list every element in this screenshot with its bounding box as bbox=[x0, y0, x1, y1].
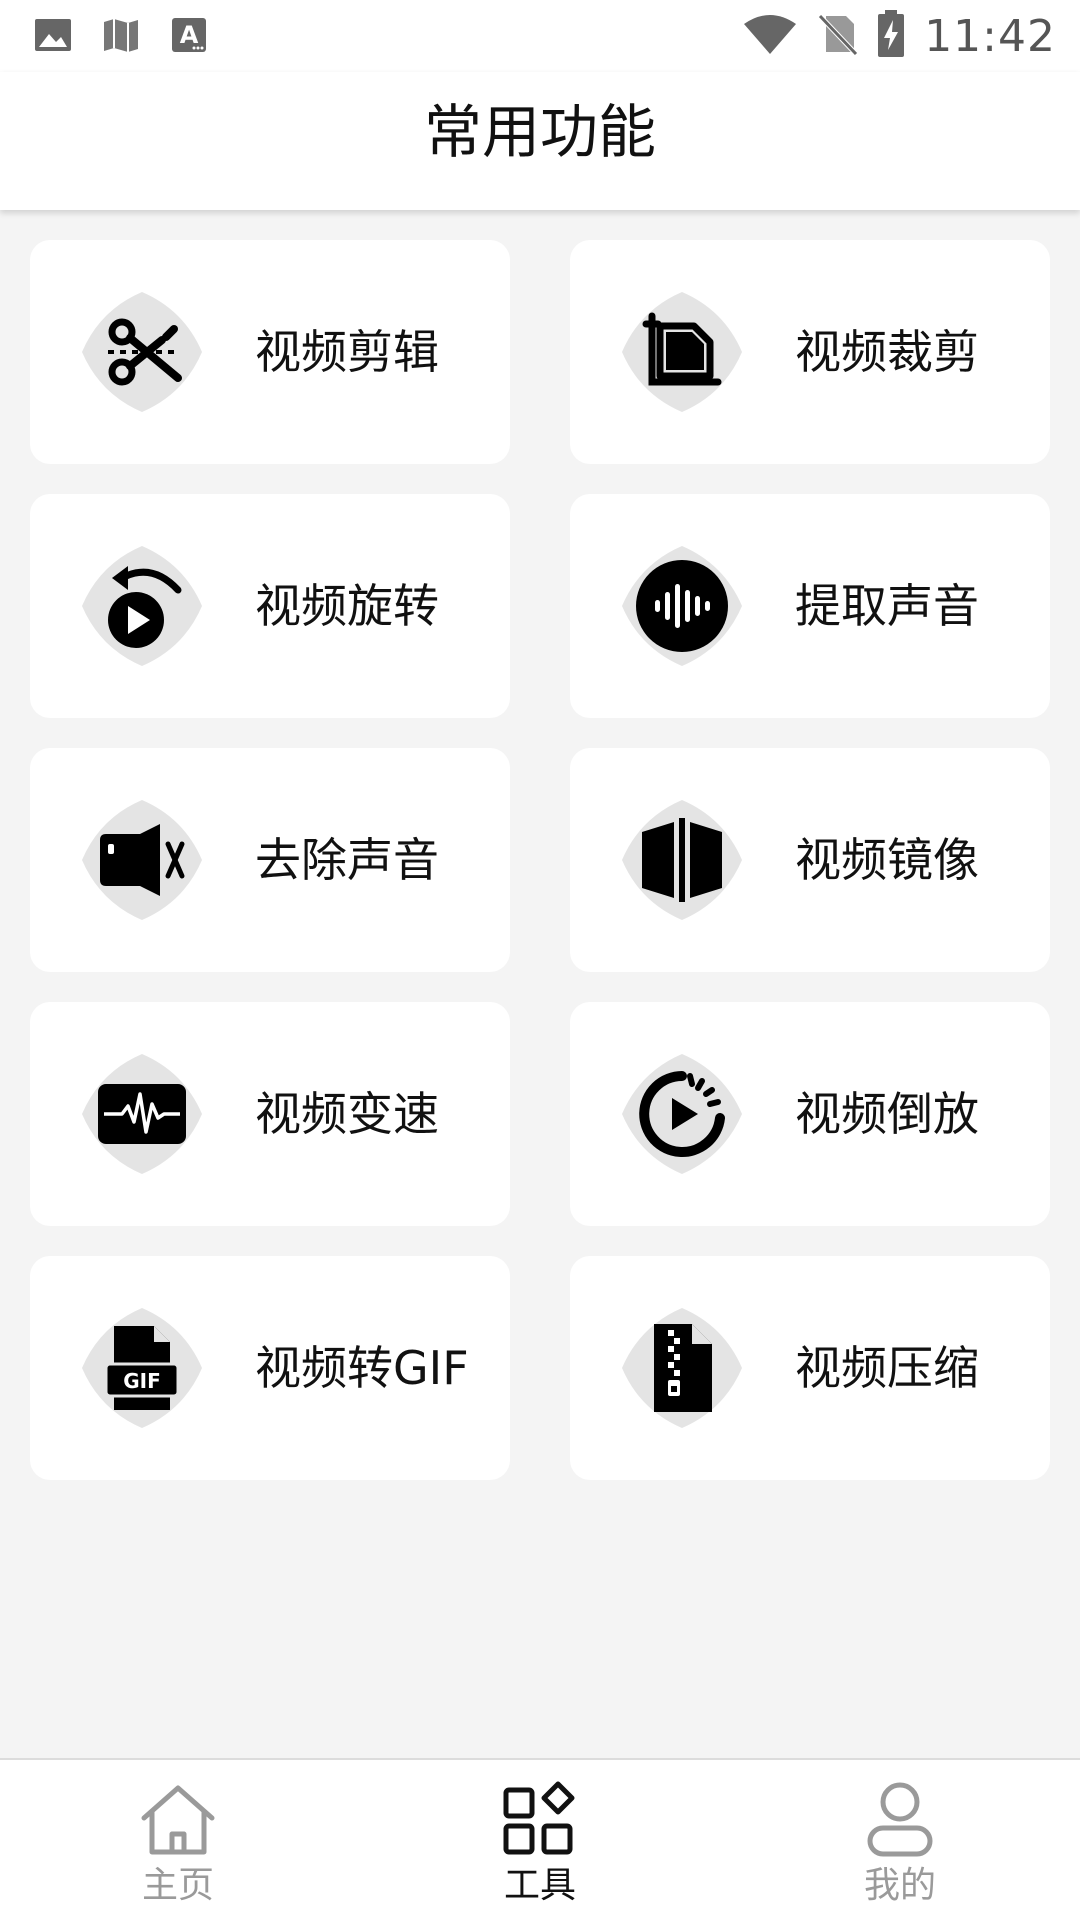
speed-wave-icon bbox=[82, 1054, 202, 1174]
tool-label: 视频剪辑 bbox=[255, 325, 439, 379]
profile-icon bbox=[860, 1780, 940, 1860]
app-header: 常用功能 bbox=[0, 72, 1080, 210]
nav-item-tools[interactable]: 工具 bbox=[440, 1760, 640, 1922]
tool-label: 提取声音 bbox=[795, 579, 979, 633]
rotate-icon bbox=[82, 546, 202, 666]
tool-label: 视频倒放 bbox=[795, 1087, 979, 1141]
image-icon bbox=[34, 16, 72, 58]
tool-card-video-edit[interactable]: 视频剪辑 bbox=[30, 240, 510, 464]
nav-label: 主页 bbox=[141, 1865, 214, 1906]
mute-icon bbox=[82, 800, 202, 920]
map-icon bbox=[102, 16, 140, 58]
tool-card-video-compress[interactable]: 视频压缩 bbox=[570, 1256, 1050, 1480]
crop-icon bbox=[622, 292, 742, 412]
nav-item-profile[interactable]: 我的 bbox=[800, 1760, 1000, 1922]
tool-card-video-reverse[interactable]: 视频倒放 bbox=[570, 1002, 1050, 1226]
tool-card-video-speed[interactable]: 视频变速 bbox=[30, 1002, 510, 1226]
tool-label: 视频镜像 bbox=[795, 833, 979, 887]
mirror-icon bbox=[622, 800, 742, 920]
svg-text:GIF: GIF bbox=[123, 1369, 161, 1393]
tool-card-video-to-gif[interactable]: GIF 视频转GIF bbox=[30, 1256, 510, 1480]
tool-label: 视频转GIF bbox=[255, 1341, 469, 1395]
zip-file-icon bbox=[622, 1308, 742, 1428]
reverse-play-icon bbox=[622, 1054, 742, 1174]
status-bar: A 11:42 bbox=[0, 0, 1080, 72]
status-left-icons: A bbox=[34, 16, 208, 58]
status-time: 11:42 bbox=[924, 10, 1056, 62]
audio-wave-icon bbox=[622, 546, 742, 666]
nav-label: 工具 bbox=[503, 1865, 576, 1906]
tool-card-video-rotate[interactable]: 视频旋转 bbox=[30, 494, 510, 718]
tool-card-extract-audio[interactable]: 提取声音 bbox=[570, 494, 1050, 718]
tool-label: 视频压缩 bbox=[795, 1341, 979, 1395]
tool-label: 视频旋转 bbox=[255, 579, 439, 633]
bottom-nav: 主页 工具 我的 bbox=[0, 1758, 1080, 1922]
home-icon bbox=[138, 1780, 218, 1860]
nav-item-home[interactable]: 主页 bbox=[78, 1760, 278, 1922]
tool-label: 视频变速 bbox=[255, 1087, 439, 1141]
scissors-icon bbox=[82, 292, 202, 412]
tool-card-video-mirror[interactable]: 视频镜像 bbox=[570, 748, 1050, 972]
tool-card-remove-audio[interactable]: 去除声音 bbox=[30, 748, 510, 972]
font-icon: A bbox=[170, 16, 208, 58]
tool-grid: 视频剪辑 视频裁剪 视频旋转 提取声音 去除声音 视频镜像 视频变速 视频倒放 … bbox=[30, 240, 1050, 1480]
nav-label: 我的 bbox=[863, 1865, 936, 1906]
tool-label: 视频裁剪 bbox=[795, 325, 979, 379]
tools-grid-icon bbox=[500, 1780, 580, 1860]
gif-file-icon: GIF bbox=[82, 1308, 202, 1428]
wifi-icon bbox=[742, 12, 798, 60]
tool-card-video-crop[interactable]: 视频裁剪 bbox=[570, 240, 1050, 464]
no-sim-icon bbox=[816, 12, 859, 60]
page-title: 常用功能 bbox=[423, 98, 656, 166]
battery-charging-icon bbox=[876, 10, 906, 62]
svg-text:A: A bbox=[180, 21, 199, 49]
status-right: 11:42 bbox=[742, 8, 1056, 64]
tool-label: 去除声音 bbox=[255, 833, 439, 887]
